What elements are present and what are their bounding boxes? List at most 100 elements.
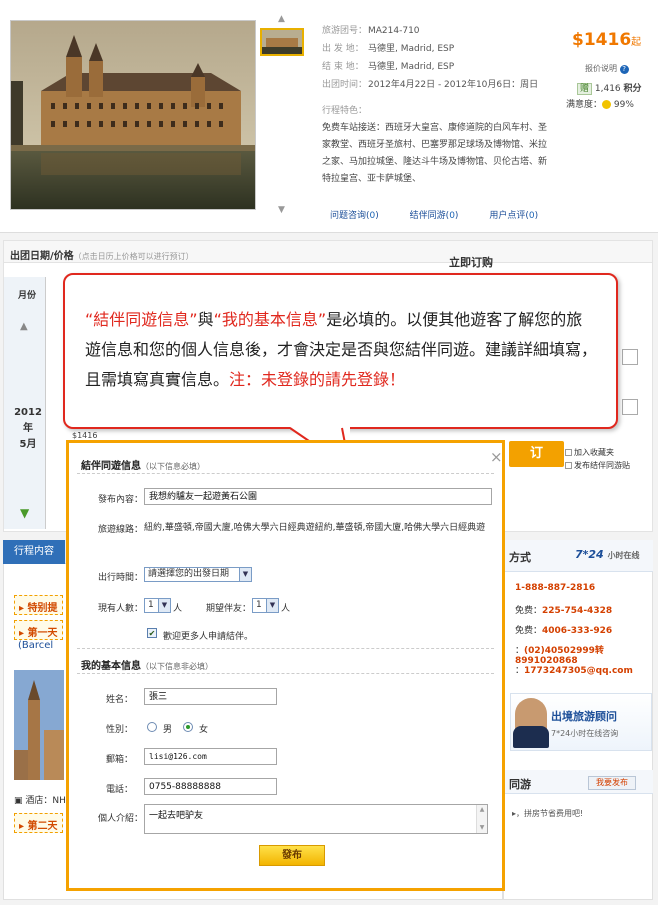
arrow-icon: ▸: [19, 603, 28, 614]
calendar-down-icon[interactable]: ▼: [20, 506, 29, 520]
day1-tag-label: 第一天: [27, 628, 58, 639]
tab-itinerary[interactable]: 行程内容: [3, 540, 65, 564]
end-label: 结 束 地：: [322, 62, 364, 72]
tab-companion-label[interactable]: 结伴同游: [410, 211, 446, 221]
thumbnail-image[interactable]: [260, 28, 304, 56]
phone-value: 1-888-887-2816: [515, 583, 596, 593]
calendar-month: 5月: [19, 439, 37, 450]
close-icon[interactable]: ×: [490, 450, 503, 465]
welcome-checkbox-label[interactable]: 歡迎更多人申請結伴。: [163, 629, 253, 642]
chevron-down-icon[interactable]: ▼: [158, 599, 170, 612]
gender-female-label[interactable]: 女: [199, 722, 208, 735]
date-select[interactable]: 請選擇您的出發日期 ▼: [144, 567, 252, 582]
special-tag-label: 特别提: [27, 603, 58, 614]
booking-hint: （点击日历上价格可以进行预订）: [73, 252, 194, 261]
favorite-icon: [565, 449, 572, 456]
contact-hours-value: 7*24: [575, 548, 604, 561]
intro-label: 個人介紹：: [97, 814, 143, 824]
divider: [77, 473, 494, 474]
smile-icon: [602, 100, 612, 109]
date-select-value[interactable]: 請選擇您的出發日期: [148, 569, 229, 579]
order-field[interactable]: [622, 349, 638, 365]
tab-qa-label[interactable]: 问题咨询: [330, 211, 366, 221]
phone-prefix: ：: [515, 666, 525, 676]
tab-review-label[interactable]: 用户点评: [489, 211, 525, 221]
feature-title: 行程特色：: [322, 106, 368, 116]
email-input[interactable]: lisi@126.com: [144, 748, 277, 765]
book-button[interactable]: 订: [509, 441, 564, 467]
intro-value[interactable]: 一起去吧驴友: [149, 811, 203, 821]
tab-qa[interactable]: 问题咨询(0): [330, 211, 379, 221]
phone-input[interactable]: 0755-88888888: [144, 778, 277, 795]
people-label: 現有人數：: [97, 604, 143, 614]
feature-text: 免费车站接送：西班牙大皇宫、康修道院的白风车村、圣家教堂、西班牙圣旅村、巴塞罗那…: [322, 123, 548, 184]
publish-companion-label[interactable]: 发布结伴同游贴: [574, 461, 630, 470]
booking-links: 加入收藏夹 发布结伴同游贴: [565, 446, 630, 472]
info-callout: “結伴同遊信息”與“我的基本信息”是必填的。以便其他遊客了解您的旅遊信息和您的個…: [63, 273, 618, 429]
phone-value: 4006-333-926: [542, 626, 613, 636]
partner-select[interactable]: 1 ▼: [252, 598, 279, 613]
welcome-checkbox[interactable]: ✔: [147, 628, 157, 638]
tab-review[interactable]: 用户点评(0): [489, 211, 538, 221]
publish-small-button[interactable]: 我要发布: [588, 776, 636, 790]
gender-female-radio[interactable]: [183, 722, 193, 732]
content-input[interactable]: 我想約驢友一起遊黃石公園: [144, 488, 492, 505]
calendar-up-icon[interactable]: ▲: [20, 321, 28, 332]
advisor-subtitle: 7*24小时在线咨询: [551, 729, 619, 738]
day2-tag-label: 第二天: [27, 821, 58, 832]
product-panel: ▲ ▼ 旅游团号：MA214-710 出 发 地： 马德里, Madrid, ES…: [0, 0, 658, 233]
travel-advisor-banner[interactable]: 出境旅游顾问 7*24小时在线咨询: [510, 693, 652, 751]
email-label: 郵箱：: [105, 755, 133, 765]
city-label: (Barcel: [18, 640, 54, 651]
price-note[interactable]: 报价说明 ?: [585, 63, 629, 74]
thumb-down-arrow-icon[interactable]: ▼: [278, 205, 285, 215]
date-label: 出行時間：: [97, 573, 143, 583]
calendar-price-cell[interactable]: $1416: [72, 431, 97, 440]
price-suffix: 起: [631, 37, 642, 48]
gender-label: 性別：: [105, 725, 133, 735]
product-info: 旅游团号：MA214-710 出 发 地： 马德里, Madrid, ESP 结 …: [322, 22, 552, 188]
intro-textarea[interactable]: 一起去吧驴友 ▲ ▼: [144, 804, 488, 834]
phone-prefix: 免费：: [515, 606, 543, 616]
end-value: 马德里, Madrid, ESP: [368, 62, 455, 72]
contact-hours-unit: 小时在线: [607, 551, 640, 560]
email-value[interactable]: 1773247305@qq.com: [524, 666, 633, 676]
gender-male-label[interactable]: 男: [163, 722, 172, 735]
add-favorite-link[interactable]: 加入收藏夹: [565, 446, 630, 459]
name-label: 姓名：: [105, 695, 133, 705]
depart-value: 马德里, Madrid, ESP: [368, 44, 455, 54]
chevron-down-icon[interactable]: ▼: [266, 599, 278, 612]
price-note-label[interactable]: 报价说明: [585, 64, 617, 73]
section1-title: 結伴同遊信息（以下信息必填）: [81, 457, 205, 472]
price: $1416起: [572, 30, 641, 50]
contact-title: 方式: [509, 551, 531, 564]
order-now-title: 立即订购: [449, 256, 493, 269]
companion-modal: 結伴同遊信息（以下信息必填） × 發布內容： 我想約驢友一起遊黃石公園 旅遊線路…: [66, 440, 505, 891]
add-favorite-label[interactable]: 加入收藏夹: [574, 448, 614, 457]
day1-tag: ▸ 第一天: [14, 620, 63, 640]
phone-prefix: 免费：: [515, 626, 543, 636]
name-input[interactable]: 張三: [144, 688, 277, 705]
publish-button[interactable]: 發布: [259, 845, 325, 866]
tab-companion[interactable]: 结伴同游(0): [410, 211, 459, 221]
partner-select-value[interactable]: 1: [256, 600, 262, 610]
section2-hint: （以下信息非必填）: [141, 662, 213, 671]
scrollbar[interactable]: ▲ ▼: [476, 805, 487, 833]
section1-hint: （以下信息必填）: [141, 462, 205, 471]
chevron-down-icon[interactable]: ▼: [239, 568, 251, 581]
people-select[interactable]: 1 ▼: [144, 598, 171, 613]
hotel-icon: ▣: [14, 796, 26, 806]
thumb-up-arrow-icon[interactable]: ▲: [278, 14, 285, 24]
tab-qa-count: 0: [369, 211, 376, 221]
depart-label: 出 发 地：: [322, 44, 364, 54]
help-icon[interactable]: ?: [619, 65, 629, 74]
order-field[interactable]: [622, 399, 638, 415]
arrow-icon: ▸: [19, 628, 28, 639]
people-select-value[interactable]: 1: [148, 600, 154, 610]
product-tabs: 问题咨询(0) 结伴同游(0) 用户点评(0): [330, 208, 566, 221]
tab-review-count: 0: [528, 211, 535, 221]
publish-companion-link[interactable]: 发布结伴同游贴: [565, 459, 630, 472]
time-value: 2012年4月22日 - 2012年10月6日：周日: [368, 80, 539, 90]
gender-male-radio[interactable]: [147, 722, 157, 732]
partner-unit: 人: [281, 604, 291, 614]
